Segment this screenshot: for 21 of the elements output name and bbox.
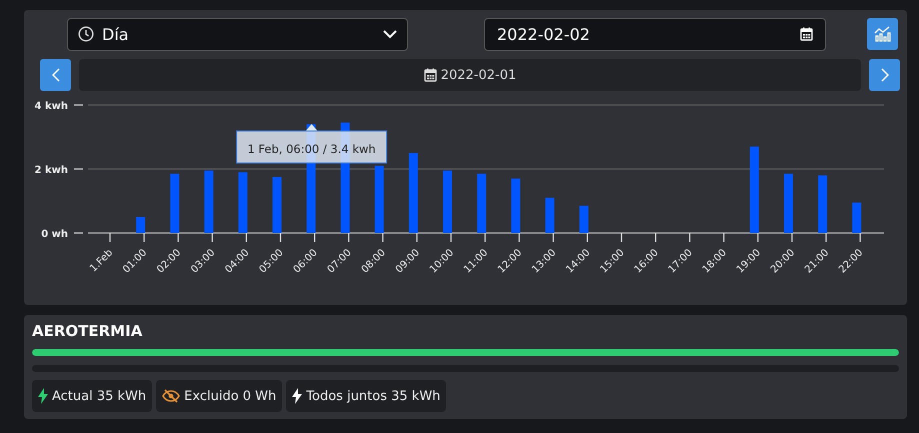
energy-badge: Actual 35 kWh xyxy=(32,380,152,412)
axis-label: 4 kwh xyxy=(34,101,68,112)
axis-label: 0 wh xyxy=(41,229,68,240)
chart-tooltip: 1 Feb, 06:00 / 3.4 kwh xyxy=(236,124,388,164)
chart-icon xyxy=(874,26,892,42)
next-button[interactable] xyxy=(869,59,900,91)
date-field[interactable]: 2022-02-02 xyxy=(484,18,826,50)
previous-button[interactable] xyxy=(40,59,71,91)
period-select[interactable]: Día xyxy=(67,18,408,50)
calendar-icon xyxy=(800,27,813,41)
chevron-down-icon xyxy=(383,30,397,38)
chart-button[interactable] xyxy=(867,18,898,50)
chevron-left-icon xyxy=(52,68,60,82)
current-date-bar[interactable]: 2022-02-01 xyxy=(79,59,861,91)
section-title: AEROTERMIA xyxy=(32,322,144,340)
chevron-right-icon xyxy=(880,68,888,82)
calendar-icon xyxy=(424,68,437,82)
clock-icon xyxy=(78,26,94,42)
axis-label: 2 kwh xyxy=(34,165,68,176)
energy-badge: Excluido 0 Wh xyxy=(156,380,282,412)
energy-badge: Todos juntos 35 kWh xyxy=(286,380,446,412)
